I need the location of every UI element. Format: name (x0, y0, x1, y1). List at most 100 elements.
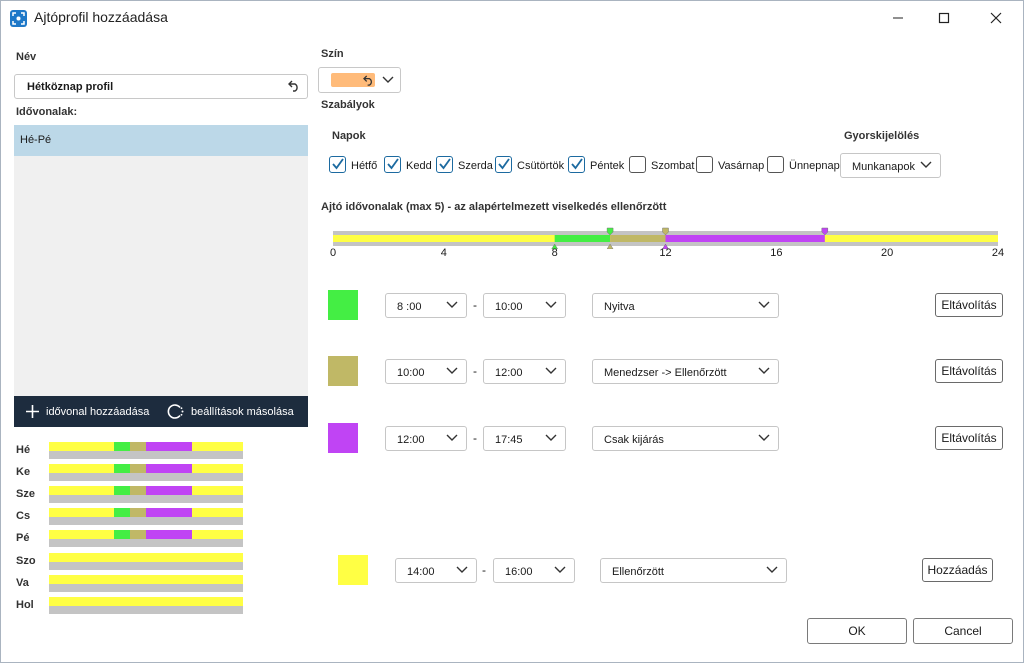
new-interval-from-dropdown[interactable]: 14:00 (395, 558, 477, 583)
remove-interval-button[interactable]: Eltávolítás (935, 359, 1003, 383)
close-icon (990, 12, 1002, 24)
app-icon (10, 10, 27, 27)
ok-button[interactable]: OK (807, 618, 907, 644)
timeline-list-item[interactable]: Hé-Pé (14, 125, 308, 156)
preview-day-bar (49, 464, 243, 481)
interval-color-swatch[interactable] (328, 290, 358, 320)
check-icon (332, 158, 344, 170)
new-interval-mode-dropdown[interactable]: Ellenőrzött (600, 558, 787, 583)
preview-segment (146, 508, 193, 517)
interval-from-dropdown[interactable]: 8 :00 (385, 293, 467, 318)
interval-to-dropdown[interactable]: 12:00 (483, 359, 566, 384)
dialog-window: Ajtóprofil hozzáadása Név Hétköznap prof… (0, 0, 1024, 663)
remove-interval-button[interactable]: Eltávolítás (935, 426, 1003, 450)
maximize-button[interactable] (921, 1, 967, 35)
timeline-segment (610, 235, 666, 242)
day-checkbox-hetfo[interactable] (329, 156, 346, 173)
timeline-tick-label: 4 (440, 247, 447, 259)
new-interval-to-dropdown[interactable]: 16:00 (493, 558, 575, 583)
chevron-down-icon (920, 161, 932, 168)
range-separator: - (473, 431, 477, 445)
window-title: Ajtóprofil hozzáadása (34, 9, 168, 25)
remove-interval-button[interactable]: Eltávolítás (935, 293, 1003, 317)
interval-mode-dropdown[interactable]: Menedzser -> Ellenőrzött (592, 359, 779, 384)
interval-mode-dropdown[interactable]: Nyitva (592, 293, 779, 318)
interval-to-dropdown[interactable]: 10:00 (483, 293, 566, 318)
timeline-tick-label: 20 (881, 247, 894, 259)
cancel-button[interactable]: Cancel (913, 618, 1013, 644)
preview-day-label: Va (16, 577, 29, 589)
preview-default-band (49, 597, 243, 606)
day-checkbox-csutortok[interactable] (495, 156, 512, 173)
preview-day-label: Hol (16, 599, 34, 611)
day-checkbox-szerda[interactable] (436, 156, 453, 173)
timeline-tick-label: 8 (551, 247, 558, 259)
minimize-icon (893, 17, 903, 19)
preview-day-bar (49, 530, 243, 547)
maximize-icon (938, 12, 950, 24)
add-timeline-button[interactable]: idővonal hozzáadása (25, 396, 149, 427)
timeline-section-label: Ajtó idővonalak (max 5) - az alapértelme… (321, 201, 667, 213)
chevron-down-icon (545, 367, 557, 374)
day-label: Kedd (406, 160, 432, 172)
interval-mode-dropdown[interactable]: Csak kijárás (592, 426, 779, 451)
chevron-down-icon (758, 367, 770, 374)
preview-segment (113, 508, 130, 517)
check-icon (439, 158, 451, 170)
timeline-tick-label: 12 (659, 247, 672, 259)
day-checkbox-unnepnap[interactable] (767, 156, 784, 173)
plus-icon (26, 405, 39, 418)
copy-settings-button[interactable]: beállítások másolása (167, 396, 294, 427)
day-checkbox-vasarnap[interactable] (696, 156, 713, 173)
range-separator: - (473, 298, 477, 312)
day-label: Hétfő (351, 160, 378, 172)
preview-segment (113, 442, 130, 451)
check-icon (387, 158, 399, 170)
preview-day-label: Sze (16, 488, 35, 500)
chevron-down-icon (545, 434, 557, 441)
name-input[interactable]: Hétköznap profil (14, 74, 308, 99)
quick-select-label: Gyorskijelölés (844, 130, 920, 142)
interval-from-dropdown[interactable]: 12:00 (385, 426, 467, 451)
day-checkbox-pentek[interactable] (568, 156, 585, 173)
chevron-down-icon (758, 434, 770, 441)
preview-day-label: Szo (16, 555, 36, 567)
range-separator: - (482, 563, 486, 577)
timeline-action-bar: idővonal hozzáadása beállítások másolása (14, 396, 308, 427)
day-checkbox-szombat[interactable] (629, 156, 646, 173)
preview-segment (113, 464, 130, 473)
preview-segment (129, 486, 146, 495)
add-interval-button[interactable]: Hozzáadás (922, 558, 993, 582)
new-interval-color-swatch[interactable] (338, 555, 368, 585)
preview-day-bar (49, 575, 243, 592)
close-button[interactable] (973, 1, 1019, 35)
color-picker[interactable] (318, 67, 401, 93)
timeline-list[interactable]: Hé-Pé (14, 125, 308, 396)
quick-select-dropdown[interactable]: Munkanapok (840, 153, 941, 178)
name-undo-button[interactable] (288, 80, 301, 95)
check-icon (498, 158, 510, 170)
preview-segment (146, 464, 193, 473)
interval-color-swatch[interactable] (328, 356, 358, 386)
preview-segment (129, 442, 146, 451)
day-checkbox-kedd[interactable] (384, 156, 401, 173)
timeline-segment (554, 235, 611, 242)
interval-to-dropdown[interactable]: 17:45 (483, 426, 566, 451)
interval-from-dropdown[interactable]: 10:00 (385, 359, 467, 384)
day-label: Csütörtök (517, 160, 565, 172)
preview-day-label: Hé (16, 444, 31, 456)
minimize-button[interactable] (875, 1, 921, 35)
chevron-down-icon (758, 301, 770, 308)
preview-day-bar (49, 553, 243, 570)
preview-segment (113, 530, 130, 539)
timelines-label: Idővonalak: (16, 106, 78, 118)
timeline-segment (665, 235, 825, 242)
interval-color-swatch[interactable] (328, 423, 358, 453)
preview-default-band (49, 575, 243, 584)
timeline-tick-label: 24 (991, 247, 1005, 259)
timeline-bar[interactable] (333, 227, 998, 249)
name-label: Név (16, 51, 37, 63)
preview-segment (146, 442, 193, 451)
color-label: Szín (321, 48, 344, 60)
day-label: Vasárnap (718, 160, 765, 172)
